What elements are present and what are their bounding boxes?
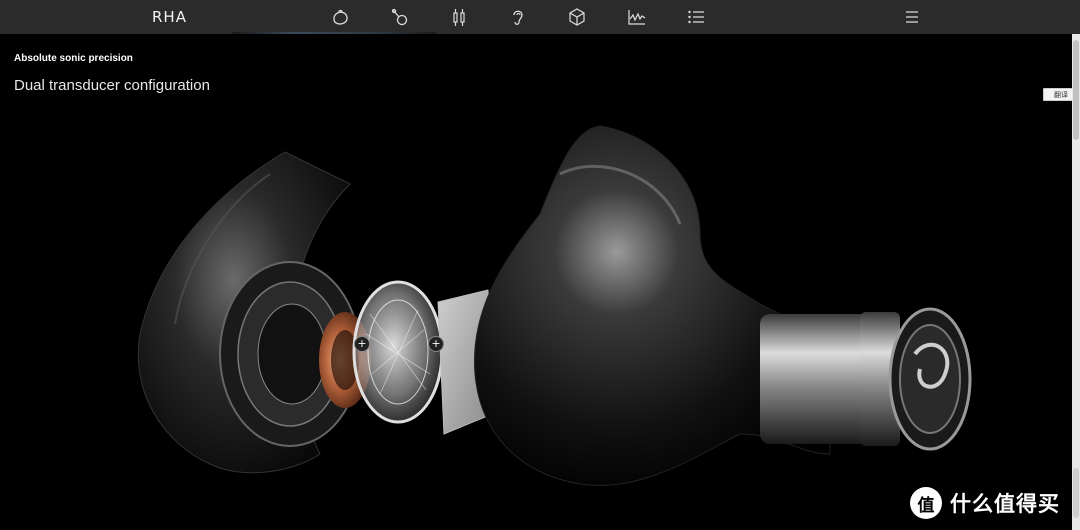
list-icon[interactable] <box>686 7 706 27</box>
section-eyebrow: Absolute sonic precision <box>14 53 133 64</box>
ear-icon[interactable] <box>508 7 528 27</box>
watermark-text: 什么值得买 <box>950 492 1060 516</box>
hamburger-icon[interactable] <box>903 9 921 25</box>
earphone-exploded-artwork <box>137 125 972 486</box>
hotspot-coil-button[interactable]: + <box>354 336 370 352</box>
top-nav-bar: RHA <box>0 0 1080 34</box>
section-headline: Dual transducer configuration <box>14 77 210 94</box>
watermark-badge: 值 <box>910 487 942 519</box>
hotspot-diaphragm-button[interactable]: + <box>428 336 444 352</box>
watermark: 值 什么值得买 <box>910 487 1060 519</box>
brand-logo[interactable]: RHA <box>152 8 187 26</box>
graph-icon[interactable] <box>627 7 647 27</box>
scrollbar-thumb-secondary[interactable] <box>1073 468 1079 518</box>
cable-icon[interactable] <box>449 7 469 27</box>
scrollbar-thumb[interactable] <box>1073 40 1079 140</box>
shell-icon[interactable] <box>331 7 351 27</box>
earphone-icon[interactable] <box>390 7 410 27</box>
box-icon[interactable] <box>567 7 587 27</box>
